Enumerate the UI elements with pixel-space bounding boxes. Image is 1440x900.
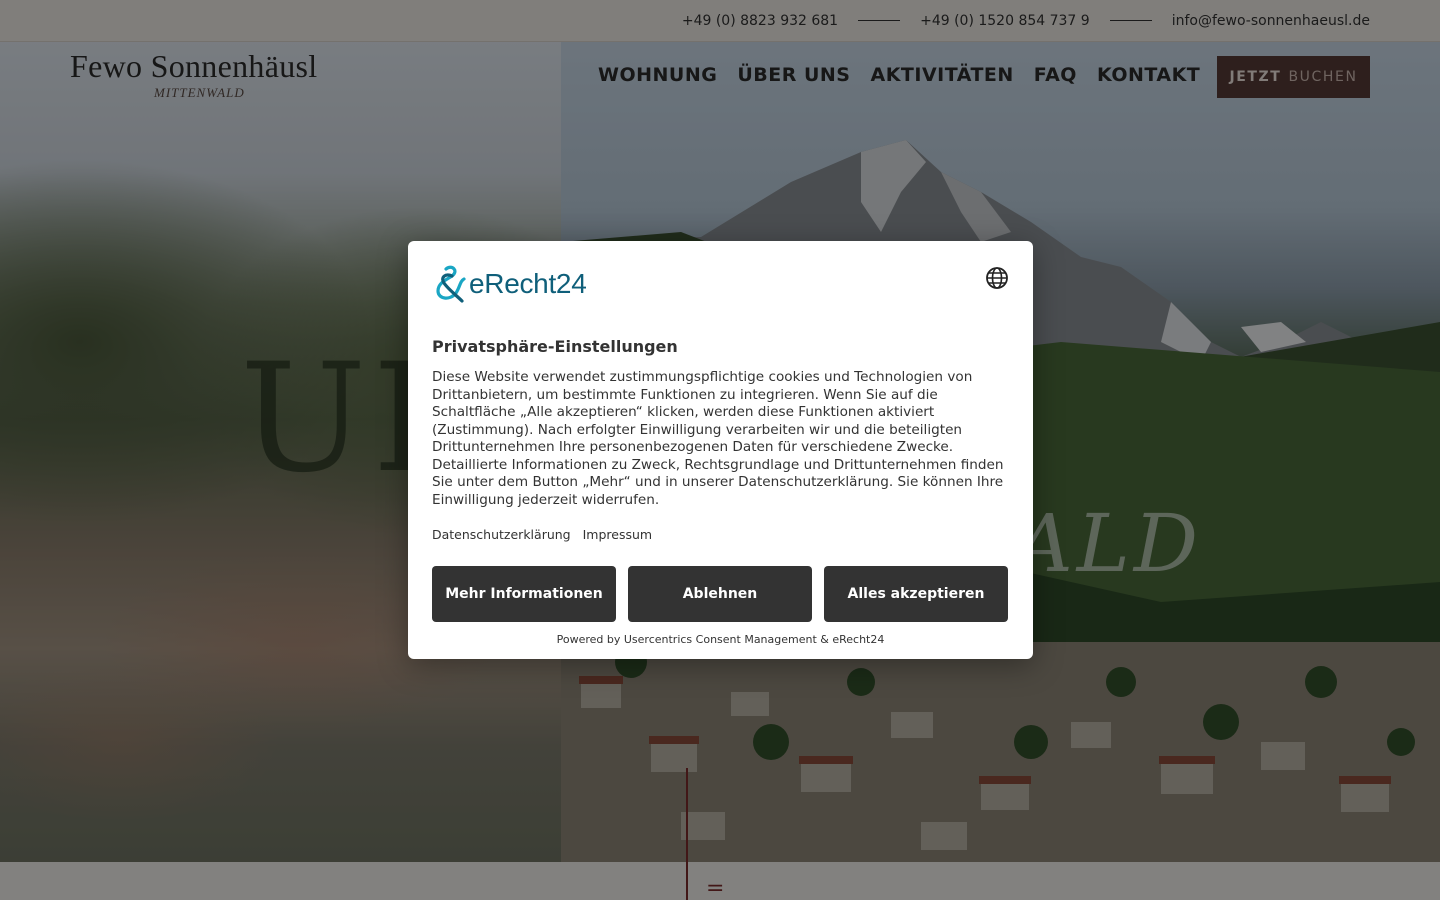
dialog-title: Privatsphäre-Einstellungen: [432, 337, 678, 356]
accept-all-button[interactable]: Alles akzeptieren: [824, 566, 1008, 622]
erecht24-logo-icon: [436, 265, 466, 303]
dialog-links: Datenschutzerklärung Impressum: [432, 527, 652, 542]
privacy-policy-link[interactable]: Datenschutzerklärung: [432, 527, 571, 542]
imprint-link[interactable]: Impressum: [583, 527, 652, 542]
powered-by-text: Powered by Usercentrics Consent Manageme…: [556, 633, 885, 646]
dialog-buttons: Mehr Informationen Ablehnen Alles akzept…: [432, 566, 1008, 622]
brand-name: eRecht24: [469, 268, 587, 299]
dialog-description: Diese Website verwendet zustimmungspflic…: [432, 369, 1004, 508]
consent-dialog: eRecht24 Privatsphäre-Einstellungen Dies…: [408, 241, 1033, 659]
more-info-button[interactable]: Mehr Informationen: [432, 566, 616, 622]
brand-logo: eRecht24: [432, 265, 587, 303]
globe-icon[interactable]: [985, 266, 1009, 290]
deny-button[interactable]: Ablehnen: [628, 566, 812, 622]
